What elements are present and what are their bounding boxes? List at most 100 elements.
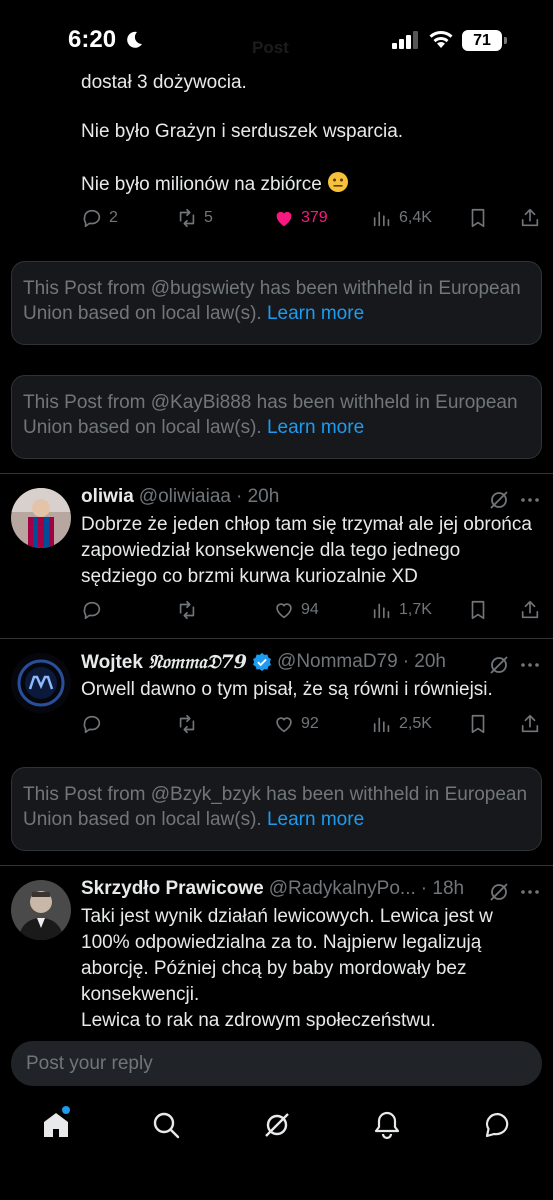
views-button[interactable]: 1,7K xyxy=(371,598,432,622)
post-header: Skrzydło Prawicowe @RadykalnyPo... · 18h xyxy=(81,877,464,901)
reply-input[interactable]: Post your reply xyxy=(11,1041,542,1086)
more-options-icon[interactable] xyxy=(519,881,541,903)
repost-icon xyxy=(179,714,195,734)
like-button[interactable]: 92 xyxy=(273,712,319,736)
post-actions: 2 5 379 6,4K xyxy=(0,206,553,230)
grok-icon[interactable] xyxy=(488,489,510,511)
author-handle[interactable]: @RadykalnyPo... xyxy=(269,878,416,900)
bookmark-icon xyxy=(471,714,485,734)
repost-icon xyxy=(179,600,195,620)
author-name[interactable]: oliwia xyxy=(81,486,134,508)
learn-more-link[interactable]: Learn more xyxy=(267,417,364,438)
share-button[interactable] xyxy=(519,712,541,736)
withheld-notice: This Post from @bugswiety has been withh… xyxy=(11,261,542,345)
reply-icon xyxy=(83,601,101,620)
reply-button[interactable] xyxy=(81,598,103,622)
learn-more-link[interactable]: Learn more xyxy=(267,809,364,830)
repost-count: 5 xyxy=(204,209,213,226)
post-time: · 20h xyxy=(235,486,280,507)
reply-button[interactable]: 2 xyxy=(81,206,118,230)
post-text: Dobrze że jeden chłop tam się trzymał al… xyxy=(81,514,538,587)
post-time: · 20h xyxy=(402,651,446,672)
repost-button[interactable] xyxy=(176,598,198,622)
author-first-name: Wojtek xyxy=(81,651,143,673)
more-options-icon[interactable] xyxy=(519,489,541,511)
reply-count: 2 xyxy=(109,209,118,226)
author-name-suffix: 𝔑𝔬𝔪𝔪𝔞𝔇79 xyxy=(148,650,248,673)
post-text: Orwell dawno o tym pisał, że są równi i … xyxy=(81,679,493,700)
views-chart-icon xyxy=(373,717,390,733)
share-button[interactable] xyxy=(519,598,541,622)
views-count: 6,4K xyxy=(399,209,432,226)
heart-icon xyxy=(276,603,292,619)
views-button[interactable]: 6,4K xyxy=(371,206,432,230)
grok-icon[interactable] xyxy=(488,654,510,676)
share-button[interactable] xyxy=(519,206,541,230)
post-header: Wojtek 𝔑𝔬𝔪𝔪𝔞𝔇79 @NommaD79 · 20h xyxy=(81,650,446,674)
neutral-face-emoji-icon xyxy=(328,172,349,192)
post-actions: 94 1,7K xyxy=(0,598,553,622)
like-button[interactable]: 379 xyxy=(273,206,328,230)
notification-dot xyxy=(62,1106,70,1114)
like-count: 379 xyxy=(301,209,328,226)
reply-icon xyxy=(83,209,101,228)
post-actions: 92 2,5K xyxy=(0,712,553,736)
bookmark-button[interactable] xyxy=(467,712,489,736)
views-count: 2,5K xyxy=(399,715,432,732)
reply-icon xyxy=(83,715,101,734)
home-icon[interactable] xyxy=(41,1110,71,1140)
divider xyxy=(0,865,553,866)
avatar[interactable] xyxy=(11,488,71,548)
author-handle[interactable]: @NommaD79 xyxy=(277,651,398,673)
withheld-notice: This Post from @KayBi888 has been withhe… xyxy=(11,375,542,459)
more-options-icon[interactable] xyxy=(519,654,541,676)
post-text-line: dostał 3 dożywocia. xyxy=(81,72,247,93)
divider xyxy=(0,638,553,639)
views-button[interactable]: 2,5K xyxy=(371,712,432,736)
post-text: Taki jest wynik działań lewicowych. Lewi… xyxy=(81,906,493,1030)
bookmark-button[interactable] xyxy=(467,598,489,622)
avatar-image xyxy=(11,488,71,548)
notifications-icon[interactable] xyxy=(372,1110,402,1140)
avatar[interactable] xyxy=(11,653,71,713)
withheld-notice: This Post from @Bzyk_bzyk has been withh… xyxy=(11,767,542,851)
post-text-line: Nie było milionów na zbiórce xyxy=(81,171,349,198)
verified-badge-icon xyxy=(253,652,272,672)
views-chart-icon xyxy=(373,603,390,619)
reply-button[interactable] xyxy=(81,712,103,736)
post-text-line: Nie było Grażyn i serduszek wsparcia. xyxy=(81,121,404,142)
share-icon xyxy=(521,600,539,619)
heart-filled-icon xyxy=(276,211,292,227)
post-text-content: Nie było milionów na zbiórce xyxy=(81,174,322,195)
author-name[interactable]: Wojtek 𝔑𝔬𝔪𝔪𝔞𝔇79 xyxy=(81,651,247,674)
bottom-nav xyxy=(0,1096,553,1200)
divider xyxy=(0,473,553,474)
timeline[interactable]: dostał 3 dożywocia. Nie było Grażyn i se… xyxy=(0,0,553,1030)
avatar-image xyxy=(11,880,71,940)
repost-button[interactable] xyxy=(176,712,198,736)
messages-icon[interactable] xyxy=(483,1110,513,1140)
search-icon[interactable] xyxy=(151,1110,181,1140)
views-count: 1,7K xyxy=(399,601,432,618)
heart-icon xyxy=(276,717,292,733)
repost-icon xyxy=(179,208,195,228)
repost-button[interactable]: 5 xyxy=(176,206,213,230)
share-icon xyxy=(521,714,539,733)
post-header: oliwia @oliwiaiaa · 20h xyxy=(81,485,279,509)
avatar[interactable] xyxy=(11,880,71,940)
views-chart-icon xyxy=(373,211,390,227)
grok-icon[interactable] xyxy=(488,881,510,903)
avatar-image xyxy=(11,653,71,713)
like-button[interactable]: 94 xyxy=(273,598,319,622)
bookmark-icon xyxy=(471,208,485,228)
post-time: · 18h xyxy=(420,878,465,899)
author-name[interactable]: Skrzydło Prawicowe xyxy=(81,878,264,900)
bookmark-icon xyxy=(471,600,485,620)
author-handle[interactable]: @oliwiaiaa xyxy=(139,486,231,508)
bookmark-button[interactable] xyxy=(467,206,489,230)
like-count: 92 xyxy=(301,715,319,732)
grok-icon[interactable] xyxy=(262,1110,292,1140)
learn-more-link[interactable]: Learn more xyxy=(267,303,364,324)
share-icon xyxy=(521,208,539,227)
like-count: 94 xyxy=(301,601,319,618)
